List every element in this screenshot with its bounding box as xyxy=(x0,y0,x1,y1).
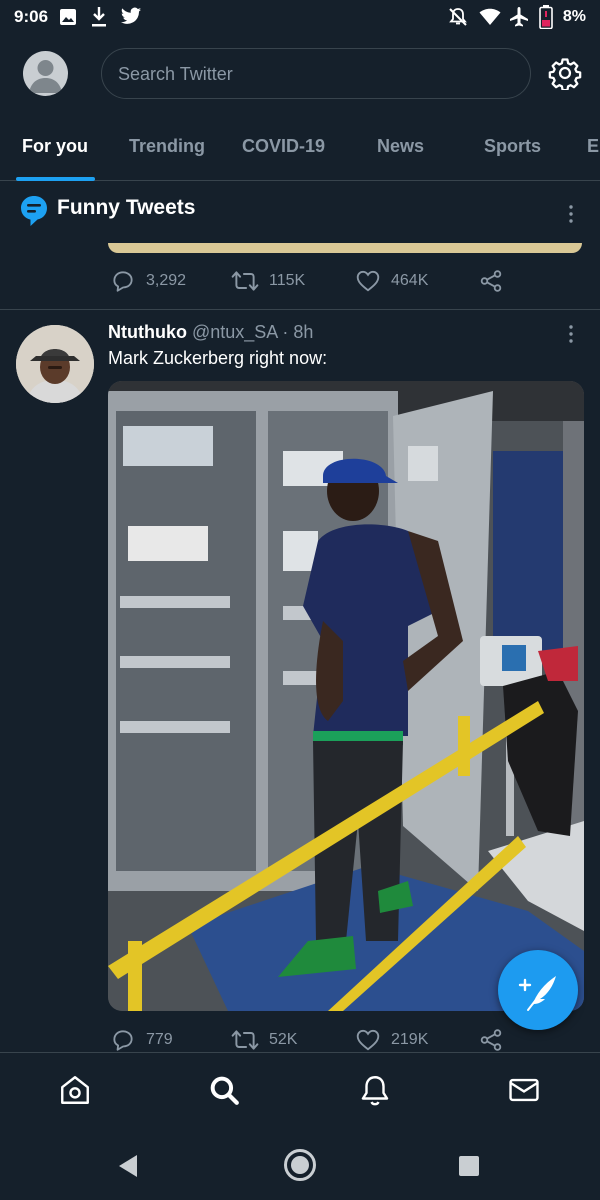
tab-covid-19[interactable]: COVID-19 xyxy=(242,136,325,157)
retweet-button[interactable]: 115K xyxy=(231,268,305,294)
explore-tabs: For you Trending COVID-19 News Sports E xyxy=(0,118,600,181)
tweet-like-count: 219K xyxy=(391,1031,429,1048)
tab-entertainment[interactable]: E xyxy=(587,136,599,157)
avatar-photo xyxy=(16,325,94,403)
tab-trending[interactable]: Trending xyxy=(129,136,205,157)
default-avatar-icon xyxy=(29,60,62,93)
previous-tweet-media[interactable] xyxy=(108,243,582,253)
reply-button[interactable]: 3,292 xyxy=(110,268,186,294)
notifications-off-icon xyxy=(449,8,467,26)
tweet-author-name[interactable]: Ntuthuko xyxy=(108,322,187,342)
more-options-icon[interactable] xyxy=(559,202,583,226)
reply-icon xyxy=(113,1030,133,1051)
tab-for-you[interactable]: For you xyxy=(22,136,88,157)
tab-sports[interactable]: Sports xyxy=(484,136,541,157)
home-icon[interactable] xyxy=(58,1073,92,1107)
like-button[interactable]: 464K xyxy=(355,268,428,294)
share-icon[interactable] xyxy=(478,268,504,294)
airplane-icon xyxy=(510,7,528,27)
status-time: 9:06 xyxy=(14,7,49,26)
tweet-reply-count: 779 xyxy=(146,1031,173,1048)
messages-icon[interactable] xyxy=(507,1073,541,1107)
like-count: 464K xyxy=(391,272,429,289)
topic-icon xyxy=(21,196,47,226)
tab-news[interactable]: News xyxy=(377,136,424,157)
active-tab-indicator xyxy=(16,177,95,181)
gear-icon[interactable] xyxy=(548,56,582,90)
notifications-icon[interactable] xyxy=(358,1073,392,1107)
battery-percent: 8% xyxy=(562,8,586,25)
search-input[interactable] xyxy=(118,61,498,87)
tweet-reply-button[interactable]: 779 xyxy=(110,1027,173,1053)
retweet-icon xyxy=(231,1030,259,1050)
retweet-icon xyxy=(231,271,259,291)
reply-count: 3,292 xyxy=(146,272,187,289)
topic-title[interactable]: Funny Tweets xyxy=(57,196,195,220)
battery-low-icon xyxy=(539,5,553,29)
home-button-icon[interactable] xyxy=(283,1148,317,1182)
photo-electrical-cabinet xyxy=(108,381,584,1011)
status-bar: 9:06 8% xyxy=(0,0,600,36)
compose-feather-icon xyxy=(518,976,556,1011)
recents-icon[interactable] xyxy=(458,1155,480,1177)
reply-icon xyxy=(113,271,133,292)
search-icon[interactable] xyxy=(207,1073,241,1107)
tweet-like-button[interactable]: 219K xyxy=(355,1027,428,1053)
user-avatar[interactable] xyxy=(16,325,94,403)
image-icon xyxy=(60,9,76,25)
tweet-text: Mark Zuckerberg right now: xyxy=(108,348,328,368)
retweet-count: 115K xyxy=(269,272,306,289)
tweet-retweet-button[interactable]: 52K xyxy=(231,1027,297,1053)
profile-avatar[interactable] xyxy=(23,51,68,96)
tweet-handle-time[interactable]: @ntux_SA · 8h xyxy=(192,322,313,342)
compose-tweet-button[interactable] xyxy=(498,950,578,1030)
tweet-more-icon[interactable] xyxy=(559,322,583,346)
bottom-nav xyxy=(0,1052,600,1132)
tweet-header: Ntuthuko @ntux_SA · 8h xyxy=(108,322,313,343)
back-icon[interactable] xyxy=(117,1153,139,1179)
heart-icon xyxy=(356,1029,380,1051)
heart-icon xyxy=(356,270,380,292)
search-field[interactable] xyxy=(101,48,531,99)
wifi-icon xyxy=(479,8,501,25)
system-nav-bar xyxy=(0,1132,600,1200)
share-icon[interactable] xyxy=(478,1027,504,1053)
tweet-photo[interactable] xyxy=(108,381,584,1011)
download-icon xyxy=(92,7,106,27)
divider xyxy=(0,309,600,310)
twitter-bird-icon xyxy=(120,7,142,24)
tweet-retweet-count: 52K xyxy=(269,1031,298,1048)
